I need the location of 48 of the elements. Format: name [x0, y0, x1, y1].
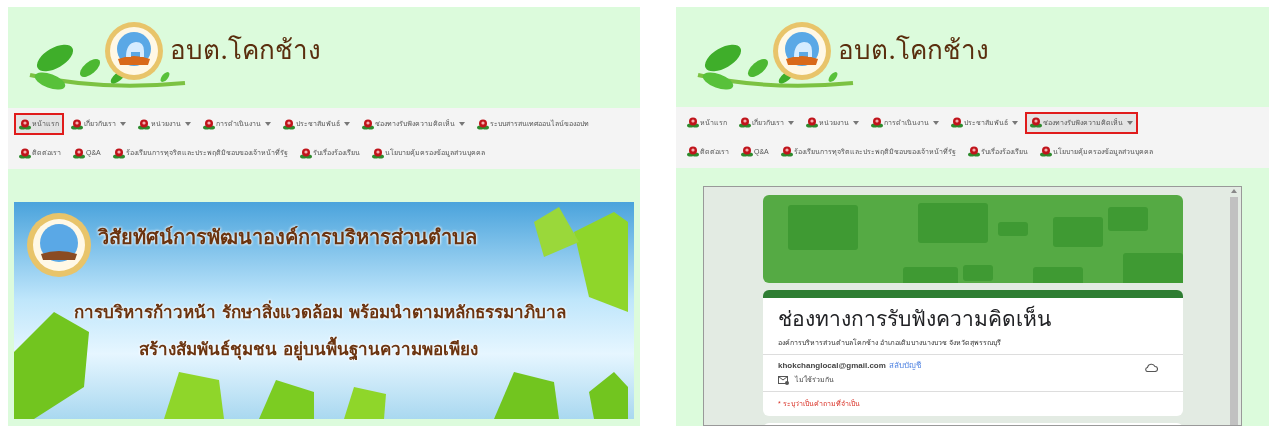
- caret-icon: [344, 122, 350, 126]
- account-email: khokchanglocal@gmail.com: [778, 360, 886, 373]
- flower-icon: [112, 147, 125, 159]
- flower-icon: [739, 117, 751, 129]
- flower-icon: [967, 146, 980, 158]
- flower-icon: [951, 117, 963, 129]
- caret-icon: [1012, 120, 1018, 125]
- logo-emblem: [772, 21, 832, 81]
- switch-account-link[interactable]: สลับบัญชี: [888, 360, 921, 373]
- flower-icon: [741, 146, 753, 158]
- flower-icon: [1030, 117, 1042, 129]
- caret-icon: [185, 122, 191, 126]
- flower-icon: [687, 146, 699, 158]
- flower-icon: [203, 118, 215, 130]
- caret-icon: [933, 120, 939, 125]
- flower-icon: [687, 117, 699, 129]
- flower-icon: [806, 117, 818, 129]
- flower-icon: [477, 118, 489, 130]
- scroll-up-icon: [1231, 188, 1237, 193]
- caret-icon: [120, 122, 126, 126]
- caret-icon: [788, 120, 794, 125]
- flower-icon: [283, 118, 295, 130]
- flower-icon: [73, 147, 85, 159]
- flower-icon: [871, 117, 883, 129]
- scrollbar-thumb[interactable]: [1230, 196, 1238, 425]
- caret-icon: [459, 122, 465, 126]
- mail-icon: [778, 376, 789, 386]
- flower-icon: [299, 147, 312, 159]
- logo-emblem: [104, 21, 164, 81]
- caret-icon: [853, 120, 859, 125]
- banner-text: การบริหารก้าวหน้า รักษาสิ่งแวดล้อม พร้อมนำตามหลักธรรมาภิบาล: [74, 299, 566, 324]
- caret-icon: [1127, 120, 1133, 125]
- site-name: อบต.โคกช้าง: [170, 34, 322, 67]
- flower-icon: [780, 146, 793, 158]
- flower-icon: [138, 118, 150, 130]
- site-name: อบต.โคกช้าง: [838, 34, 990, 67]
- flower-icon: [19, 118, 31, 130]
- flower-icon: [362, 118, 374, 130]
- form-title: ช่องทางการรับฟังความคิดเห็น: [778, 304, 1052, 332]
- cloud-icon: [1145, 363, 1158, 373]
- logo-emblem: [26, 212, 92, 278]
- flower-icon: [71, 118, 83, 130]
- flower-icon: [371, 147, 384, 159]
- banner-text: สร้างสัมพันธ์ชุมชน อยู่บนพื้นฐานความพอเพียง: [139, 334, 478, 364]
- banner-text: วิสัยทัศน์การพัฒนาองค์การบริหารส่วนตำบล: [98, 224, 477, 251]
- flower-icon: [1039, 146, 1052, 158]
- caret-icon: [265, 122, 271, 126]
- flower-icon: [19, 147, 31, 159]
